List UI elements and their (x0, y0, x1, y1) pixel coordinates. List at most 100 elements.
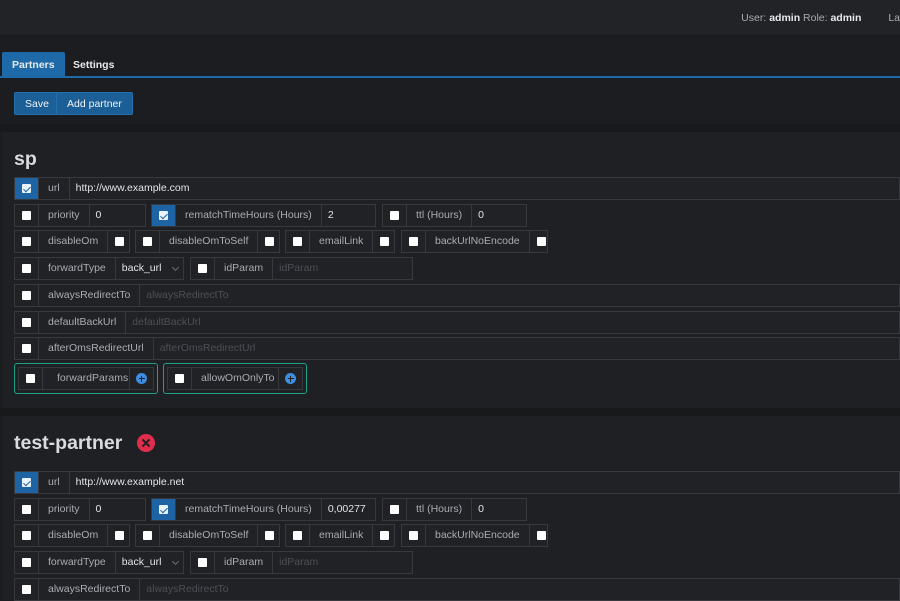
defaultbackurl-input[interactable]: defaultBackUrl (126, 312, 206, 333)
url-input[interactable]: http://www.example.net (70, 472, 191, 493)
priority-input[interactable]: 0 (90, 205, 108, 226)
rematch-input[interactable]: 0,00277 (322, 499, 372, 520)
emaillink-value-checkbox[interactable] (373, 525, 397, 546)
user-info: User: admin Role: admin La (741, 12, 900, 24)
forwardtype-checkbox[interactable] (15, 552, 39, 573)
ttl-input[interactable]: 0 (472, 499, 490, 520)
add-allowomonlyto-button[interactable] (279, 368, 302, 389)
disableom-value-checkbox[interactable] (108, 231, 132, 252)
idparam-input[interactable]: idParam (273, 552, 324, 573)
priority-label: priority (39, 205, 90, 226)
ttl-field: ttl (Hours) 0 (382, 204, 527, 227)
rematch-checkbox[interactable] (152, 205, 176, 226)
emaillink-field: emailLink (285, 524, 395, 547)
backurlnoencode-checkbox[interactable] (402, 231, 426, 252)
backurlnoencode-checkbox[interactable] (402, 525, 426, 546)
defaultbackurl-row: defaultBackUrl defaultBackUrl (14, 311, 900, 334)
forwardtype-label: forwardType (39, 258, 116, 279)
idparam-checkbox[interactable] (191, 258, 215, 279)
disableomtoself-checkbox[interactable] (136, 525, 160, 546)
allowomonlyto-box: allowOmOnlyTo (163, 363, 307, 394)
disableomtoself-label: disableOmToSelf (160, 525, 259, 546)
emaillink-checkbox[interactable] (286, 231, 310, 252)
plus-circle-icon (285, 373, 296, 384)
alwaysredirectto-checkbox[interactable] (15, 579, 39, 600)
forwardtype-field: forwardType back_url (14, 551, 184, 574)
user-label: User: (741, 12, 767, 24)
ttl-input[interactable]: 0 (472, 205, 490, 226)
afteromsredirecturl-checkbox[interactable] (15, 338, 39, 359)
top-bar: User: admin Role: admin La (0, 0, 900, 36)
priority-checkbox[interactable] (15, 205, 39, 226)
rematch-field: rematchTimeHours (Hours) 2 (151, 204, 376, 227)
partner-name: sp (14, 148, 37, 170)
forwardtype-select[interactable]: back_url (116, 258, 186, 279)
url-checkbox[interactable] (15, 472, 39, 493)
disableomtoself-field: disableOmToSelf (135, 230, 280, 253)
alwaysredirectto-checkbox[interactable] (15, 285, 39, 306)
allowomonlyto-checkbox[interactable] (168, 368, 192, 389)
url-input[interactable]: http://www.example.com (70, 178, 196, 199)
forwardtype-checkbox[interactable] (15, 258, 39, 279)
url-row: url http://www.example.net (14, 471, 900, 494)
chevron-down-icon (171, 557, 179, 566)
role-label: Role: (803, 12, 828, 24)
emaillink-field: emailLink (285, 230, 395, 253)
afteromsredirecturl-input[interactable]: afterOmsRedirectUrl (154, 338, 262, 359)
url-label: url (39, 472, 70, 493)
disableomtoself-value-checkbox[interactable] (258, 231, 282, 252)
section-divider (0, 124, 900, 132)
forwardparams-box: forwardParams (14, 363, 158, 394)
delete-partner-icon[interactable] (137, 434, 155, 452)
priority-input[interactable]: 0 (90, 499, 108, 520)
idparam-field: idParam idParam (190, 257, 413, 280)
ttl-checkbox[interactable] (383, 205, 407, 226)
user-name: admin (769, 12, 801, 24)
header-cut-link[interactable]: La (888, 12, 900, 24)
tab-partners[interactable]: Partners (2, 52, 65, 78)
disableom-value-checkbox[interactable] (108, 525, 132, 546)
ttl-field: ttl (Hours) 0 (382, 498, 527, 521)
disableom-field: disableOm (14, 524, 130, 547)
idparam-field: idParam idParam (190, 551, 413, 574)
save-button[interactable]: Save (14, 92, 60, 115)
priority-checkbox[interactable] (15, 499, 39, 520)
backurlnoencode-value-checkbox[interactable] (530, 525, 554, 546)
url-checkbox[interactable] (15, 178, 39, 199)
rematch-label: rematchTimeHours (Hours) (176, 499, 322, 520)
partner-name: test-partner (14, 432, 123, 454)
alwaysredirectto-input[interactable]: alwaysRedirectTo (140, 579, 234, 600)
idparam-checkbox[interactable] (191, 552, 215, 573)
emaillink-label: emailLink (310, 525, 374, 546)
alwaysredirectto-input[interactable]: alwaysRedirectTo (140, 285, 234, 306)
url-label: url (39, 178, 70, 199)
add-partner-button[interactable]: Add partner (56, 92, 133, 115)
disableom-checkbox[interactable] (15, 525, 39, 546)
disableomtoself-value-checkbox[interactable] (258, 525, 282, 546)
add-forwardparams-button[interactable] (130, 368, 153, 389)
emaillink-value-checkbox[interactable] (373, 231, 397, 252)
role-name: admin (830, 12, 862, 24)
idparam-input[interactable]: idParam (273, 258, 324, 279)
disableomtoself-checkbox[interactable] (136, 231, 160, 252)
backurlnoencode-field: backUrlNoEncode (401, 230, 548, 253)
priority-field: priority 0 (14, 204, 146, 227)
rematch-checkbox[interactable] (152, 499, 176, 520)
emaillink-label: emailLink (310, 231, 374, 252)
chevron-down-icon (171, 263, 179, 272)
rematch-input[interactable]: 2 (322, 205, 340, 226)
forwardtype-select[interactable]: back_url (116, 552, 186, 573)
afteromsredirecturl-row: afterOmsRedirectUrl afterOmsRedirectUrl (14, 337, 900, 360)
tab-settings[interactable]: Settings (63, 52, 124, 78)
emaillink-checkbox[interactable] (286, 525, 310, 546)
forwardtype-label: forwardType (39, 552, 116, 573)
disableom-checkbox[interactable] (15, 231, 39, 252)
disableom-label: disableOm (39, 525, 109, 546)
disableomtoself-label: disableOmToSelf (160, 231, 259, 252)
priority-field: priority 0 (14, 498, 146, 521)
ttl-checkbox[interactable] (383, 499, 407, 520)
defaultbackurl-checkbox[interactable] (15, 312, 39, 333)
ttl-label: ttl (Hours) (407, 499, 473, 520)
backurlnoencode-value-checkbox[interactable] (530, 231, 554, 252)
forwardparams-checkbox[interactable] (19, 368, 43, 389)
